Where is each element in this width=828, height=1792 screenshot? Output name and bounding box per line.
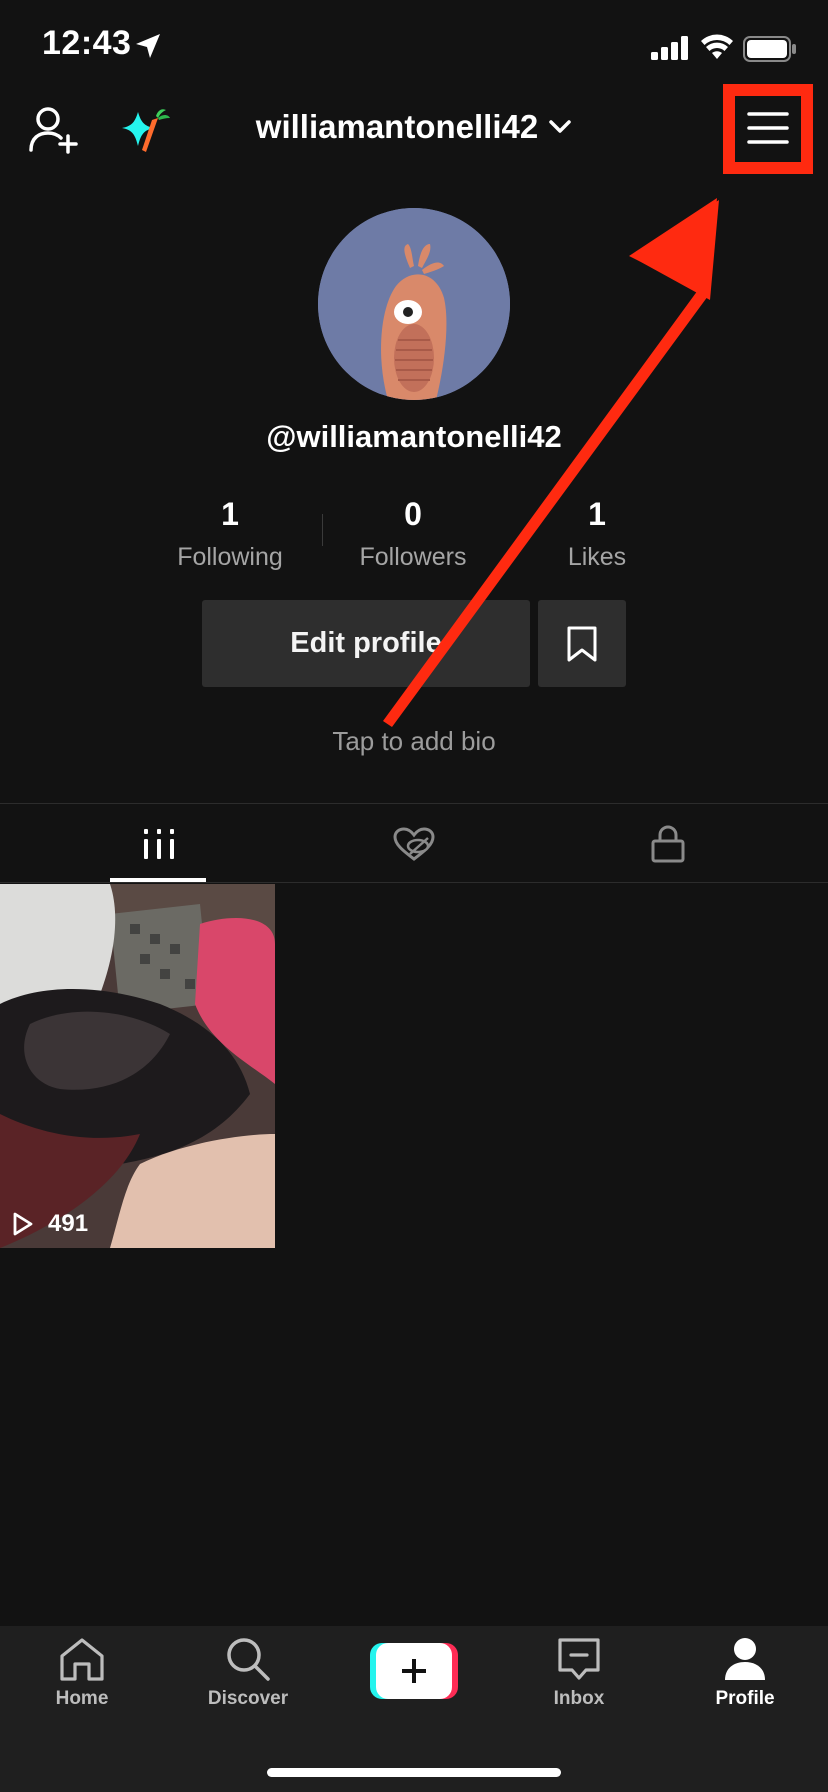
search-icon: [227, 1638, 270, 1681]
home-icon: [60, 1638, 104, 1681]
bio-placeholder[interactable]: Tap to add bio: [0, 726, 828, 757]
bookmarks-button[interactable]: [538, 600, 626, 687]
status-time: 12:43: [42, 24, 132, 62]
inbox-icon: [558, 1638, 600, 1680]
menu-highlight-box: [723, 84, 813, 174]
battery-icon: [743, 36, 796, 62]
nav-discover[interactable]: Discover: [173, 1636, 323, 1726]
nav-discover-label: Discover: [207, 1688, 289, 1709]
tabs-divider-top: [0, 803, 828, 804]
play-icon: [13, 1212, 33, 1236]
profile-handle: @williamantonelli42: [266, 419, 562, 454]
bookmark-icon: [567, 626, 597, 661]
cellular-signal-icon: [651, 36, 688, 60]
followers-count: 0: [404, 496, 422, 532]
video-thumbnail-image: [0, 884, 275, 1248]
edit-profile-button[interactable]: Edit profile: [202, 600, 530, 687]
nav-profile-label: Profile: [715, 1688, 775, 1709]
tab-videos[interactable]: [20, 806, 298, 882]
liked-hidden-icon: [393, 827, 435, 861]
lock-icon: [651, 825, 685, 863]
tab-private[interactable]: [530, 806, 806, 882]
account-switcher[interactable]: williamantonelli42: [0, 108, 828, 146]
tab-liked[interactable]: [276, 806, 552, 882]
tabs-divider-bottom: [0, 882, 828, 883]
followers-label: Followers: [359, 543, 467, 571]
location-arrow-icon: [136, 34, 160, 58]
following-label: Following: [177, 543, 283, 571]
plus-icon: [370, 1643, 458, 1699]
home-indicator: [267, 1768, 561, 1777]
create-video-button[interactable]: [370, 1643, 458, 1699]
following-count: 1: [221, 496, 239, 532]
stat-likes[interactable]: 1 Likes: [507, 494, 687, 578]
nav-profile[interactable]: Profile: [670, 1636, 820, 1726]
nav-inbox-label: Inbox: [553, 1688, 605, 1709]
stat-following[interactable]: 1 Following: [140, 494, 320, 578]
view-count-text: 491: [48, 1210, 89, 1237]
grid-icon: [144, 829, 174, 859]
avatar-illustration: [318, 208, 510, 400]
stat-followers[interactable]: 0 Followers: [323, 494, 503, 578]
nav-home-label: Home: [55, 1688, 109, 1709]
profile-icon: [725, 1638, 765, 1680]
header-username: williamantonelli42: [255, 108, 539, 145]
video-view-count: 491: [12, 1210, 88, 1238]
nav-home[interactable]: Home: [7, 1636, 157, 1726]
nav-inbox[interactable]: Inbox: [504, 1636, 654, 1726]
likes-label: Likes: [567, 543, 627, 571]
video-thumbnail[interactable]: [0, 884, 275, 1248]
likes-count: 1: [588, 496, 606, 532]
wifi-icon: [701, 34, 733, 59]
avatar[interactable]: [318, 208, 510, 400]
chevron-down-icon: [549, 120, 571, 133]
